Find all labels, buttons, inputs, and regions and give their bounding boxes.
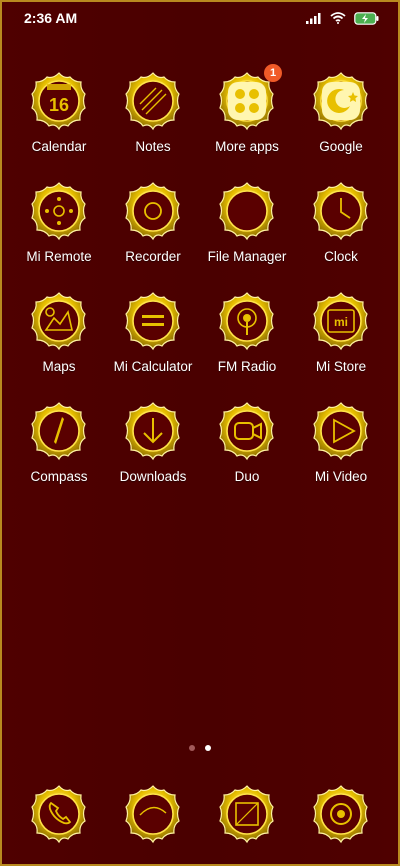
svg-text:mi: mi (334, 315, 348, 329)
app-compass[interactable]: Compass (12, 400, 106, 484)
app-label: Downloads (119, 469, 187, 484)
app-recorder[interactable]: Recorder (106, 180, 200, 264)
downloads-icon[interactable] (122, 400, 184, 462)
app-mi-video[interactable]: Mi Video (294, 400, 388, 484)
messages-icon[interactable] (122, 783, 184, 845)
mi-video-icon[interactable] (310, 400, 372, 462)
notes-icon[interactable] (122, 70, 184, 132)
dock-camera[interactable] (294, 783, 388, 845)
status-time: 2:36 AM (24, 10, 78, 26)
more-apps-folder-icon[interactable]: 1 (216, 64, 282, 132)
notification-badge: 1 (264, 64, 282, 82)
app-mi-store[interactable]: mi Mi Store (294, 290, 388, 374)
app-calendar[interactable]: 16 Calendar (12, 70, 106, 154)
fm-radio-icon[interactable] (216, 290, 278, 352)
phone-icon[interactable] (28, 783, 90, 845)
calendar-icon[interactable]: 16 (28, 70, 90, 132)
app-label: Calendar (31, 139, 87, 154)
app-label: Mi Store (315, 359, 367, 374)
app-label: Notes (135, 139, 171, 154)
svg-text:16: 16 (49, 95, 69, 115)
app-label: Mi Video (314, 469, 368, 484)
google-icon[interactable] (310, 70, 372, 132)
calculator-icon[interactable] (122, 290, 184, 352)
app-label: Clock (324, 249, 358, 264)
app-label: Duo (234, 469, 260, 484)
browser-icon[interactable] (216, 783, 278, 845)
app-clock[interactable]: Clock (294, 180, 388, 264)
app-label: Recorder (125, 249, 181, 264)
mi-store-icon[interactable]: mi (310, 290, 372, 352)
dock-browser[interactable] (200, 783, 294, 845)
recorder-icon[interactable] (122, 180, 184, 242)
dock-phone[interactable] (12, 783, 106, 845)
page-dot[interactable] (189, 745, 195, 751)
app-fm-radio[interactable]: FM Radio (200, 290, 294, 374)
mi-remote-icon[interactable] (28, 180, 90, 242)
app-mi-remote[interactable]: Mi Remote (12, 180, 106, 264)
clock-icon[interactable] (310, 180, 372, 242)
app-maps[interactable]: Maps (12, 290, 106, 374)
page-indicator (0, 745, 400, 751)
app-google[interactable]: Google (294, 70, 388, 154)
app-label: File Manager (207, 249, 287, 264)
app-label: More apps (215, 139, 279, 154)
wifi-icon (330, 12, 346, 24)
app-calculator[interactable]: Mi Calculator (106, 290, 200, 374)
app-grid: 16 Calendar Notes 1 More apps Google Mi … (0, 64, 400, 484)
app-label: Mi Remote (26, 249, 92, 264)
app-downloads[interactable]: Downloads (106, 400, 200, 484)
status-bar: 2:36 AM (0, 0, 400, 36)
duo-icon[interactable] (216, 400, 278, 462)
compass-icon[interactable] (28, 400, 90, 462)
battery-charging-icon (354, 11, 379, 25)
app-file-manager[interactable]: File Manager (200, 180, 294, 264)
dock (0, 783, 400, 845)
dock-messages[interactable] (106, 783, 200, 845)
file-manager-icon[interactable] (216, 180, 278, 242)
signal-icon (306, 13, 321, 24)
app-more-apps-folder[interactable]: 1 More apps (200, 64, 294, 154)
page-dot-active[interactable] (205, 745, 211, 751)
app-label: FM Radio (217, 359, 277, 374)
maps-icon[interactable] (28, 290, 90, 352)
app-duo[interactable]: Duo (200, 400, 294, 484)
camera-icon[interactable] (310, 783, 372, 845)
app-label: Compass (30, 469, 88, 484)
app-label: Maps (42, 359, 76, 374)
app-notes[interactable]: Notes (106, 70, 200, 154)
app-label: Mi Calculator (113, 359, 193, 374)
app-label: Google (319, 139, 363, 154)
